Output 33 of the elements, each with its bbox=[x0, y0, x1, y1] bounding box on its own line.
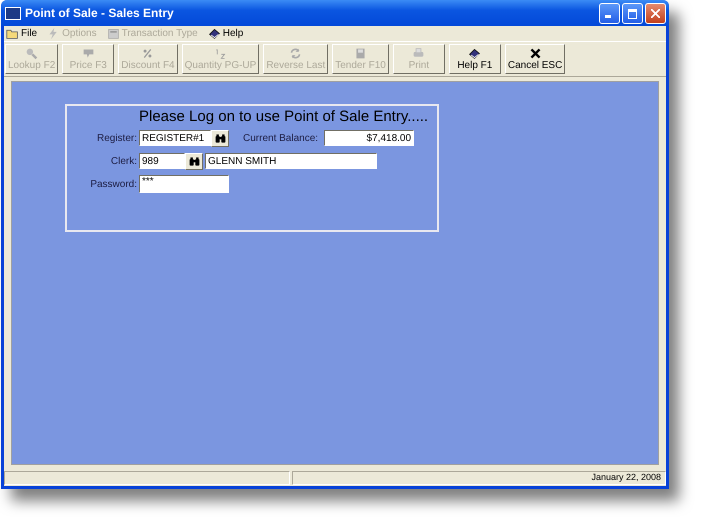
clerk-name-field[interactable]: GLENN SMITH bbox=[205, 153, 377, 169]
magnifier-icon bbox=[25, 47, 38, 60]
field-label: Current Balance: bbox=[243, 132, 318, 144]
calculator-icon bbox=[106, 27, 120, 40]
toolbar-button[interactable]: Cancel ESC bbox=[504, 44, 566, 74]
book-icon bbox=[208, 27, 221, 40]
toolbar-button[interactable]: Help F1 bbox=[448, 44, 501, 74]
x-icon bbox=[528, 47, 542, 60]
status-date: January 22, 2008 bbox=[292, 471, 666, 485]
field-label: Password: bbox=[89, 178, 137, 190]
field-label: Clerk: bbox=[110, 156, 137, 166]
binoculars-icon bbox=[188, 154, 200, 168]
login-heading: Please Log on to use Point of Sale Entry..... bbox=[138, 109, 430, 125]
lookup-button[interactable] bbox=[185, 152, 203, 170]
close-button[interactable] bbox=[645, 2, 666, 24]
password-field[interactable]: *** bbox=[139, 175, 229, 193]
book-icon bbox=[468, 47, 482, 60]
maximize-button[interactable] bbox=[622, 2, 643, 24]
menu-item[interactable]: File bbox=[6, 27, 38, 40]
reverse-icon bbox=[289, 47, 302, 60]
window-title: Point of Sale - Sales Entry bbox=[25, 6, 175, 20]
lookup-button[interactable] bbox=[211, 130, 229, 146]
fraction-icon bbox=[214, 47, 227, 60]
balance-field[interactable]: $7,418.00 bbox=[324, 130, 414, 146]
printer-icon bbox=[412, 47, 426, 60]
binoculars-icon bbox=[214, 132, 226, 144]
field-label: Register: bbox=[96, 132, 137, 144]
minimize-button[interactable] bbox=[599, 2, 620, 24]
menu-item[interactable]: Help bbox=[208, 27, 244, 40]
clerk-field[interactable]: 989 bbox=[139, 153, 185, 169]
percent-icon bbox=[141, 47, 154, 60]
register-field[interactable]: REGISTER#1 bbox=[139, 130, 211, 146]
app-icon bbox=[5, 6, 21, 20]
